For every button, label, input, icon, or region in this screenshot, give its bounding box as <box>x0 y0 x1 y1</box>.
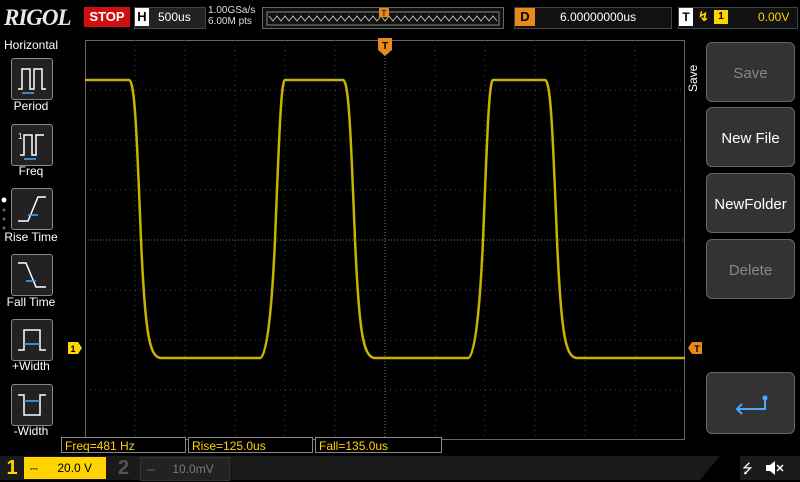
sample-info: 1.00GSa/s 6.00M pts <box>208 5 255 27</box>
timebase-value: 500us <box>158 10 191 24</box>
freq-button[interactable]: 1 <box>11 124 53 166</box>
usb-icon: ⭍ <box>742 461 753 476</box>
ch2-scale: 10.0mV <box>172 462 214 476</box>
positive-width-button[interactable] <box>11 319 53 361</box>
memory-depth: 6.00M pts <box>208 16 252 27</box>
delete-label: Delete <box>728 262 773 279</box>
freq-label: Freq <box>18 164 44 178</box>
period-button[interactable] <box>11 58 53 100</box>
waveform-grid <box>85 40 685 440</box>
save-button[interactable]: Save <box>706 42 795 102</box>
save-button-label: Save <box>733 65 768 82</box>
speaker-mute-icon[interactable] <box>764 459 784 477</box>
ch2-number[interactable]: 2 <box>118 456 136 480</box>
rigol-logo: RIGOL <box>4 5 72 30</box>
run-stop-indicator[interactable]: STOP <box>84 7 130 27</box>
svg-text:T: T <box>694 344 700 354</box>
rising-edge-icon: ↯ <box>698 9 709 24</box>
positive-width-label: +Width <box>12 359 50 373</box>
fall-time-button[interactable] <box>11 254 53 296</box>
dc-coupling-icon: ⎓ <box>30 464 38 475</box>
center-axes <box>85 40 685 440</box>
ch1-scale-box[interactable]: ⎓ 20.0 V <box>24 457 106 479</box>
rise-time-label: Rise Time <box>4 230 58 244</box>
svg-text:T: T <box>382 41 388 52</box>
new-folder-button[interactable]: NewFolder <box>706 173 795 233</box>
delay-label: D <box>515 8 535 26</box>
overview-waveform: T <box>266 8 500 26</box>
fall-time-icon <box>18 262 46 288</box>
waveform-display[interactable] <box>85 40 685 440</box>
positive-width-icon <box>18 329 46 351</box>
new-folder-label: NewFolder <box>714 196 787 213</box>
period-label: Period <box>13 99 49 113</box>
enter-icon <box>735 395 768 415</box>
trigger-channel: 1 <box>714 10 728 24</box>
negative-width-icon <box>18 394 46 416</box>
save-menu-title: Save <box>686 64 700 92</box>
trigger-level-marker[interactable]: T <box>688 342 702 354</box>
measure-menu-title: Horizontal <box>3 38 59 52</box>
trigger-position-icon[interactable]: T <box>378 38 392 58</box>
period-icon <box>18 68 46 94</box>
svg-text:1: 1 <box>18 132 23 141</box>
delay-value: 6.00000000us <box>560 10 637 24</box>
sample-rate: 1.00GSa/s <box>208 5 256 16</box>
fall-time-label: Fall Time <box>6 295 56 309</box>
svg-text:T: T <box>382 9 387 18</box>
negative-width-button[interactable] <box>11 384 53 426</box>
freq-measurement: Freq=481 Hz <box>61 437 186 453</box>
enter-button[interactable] <box>706 372 795 434</box>
ch2-scale-box[interactable]: ⎓ 10.0mV <box>140 457 230 481</box>
negative-width-label: -Width <box>13 424 49 438</box>
delete-button[interactable]: Delete <box>706 239 795 299</box>
page-dots-icon <box>1 197 7 230</box>
new-file-label: New File <box>721 130 780 147</box>
freq-icon: 1 <box>18 132 44 160</box>
rise-time-icon <box>18 196 46 222</box>
ch1-offset-marker[interactable]: 1 <box>68 342 82 354</box>
new-file-button[interactable]: New File <box>706 107 795 167</box>
ch1-number[interactable]: 1 <box>0 456 24 480</box>
memory-overview-strip[interactable]: T <box>262 7 504 29</box>
rise-time-button[interactable] <box>11 188 53 230</box>
svg-text:1: 1 <box>70 344 75 354</box>
trigger-level: 0.00V <box>758 10 790 24</box>
ch1-scale: 20.0 V <box>57 461 93 475</box>
bottom-decoration <box>700 456 740 480</box>
fall-measurement: Fall=135.0us <box>315 437 442 453</box>
horizontal-label: H <box>135 8 149 26</box>
dc-coupling-icon: ⎓ <box>147 465 155 476</box>
trigger-label: T <box>679 8 693 26</box>
rise-measurement: Rise=125.0us <box>188 437 313 453</box>
